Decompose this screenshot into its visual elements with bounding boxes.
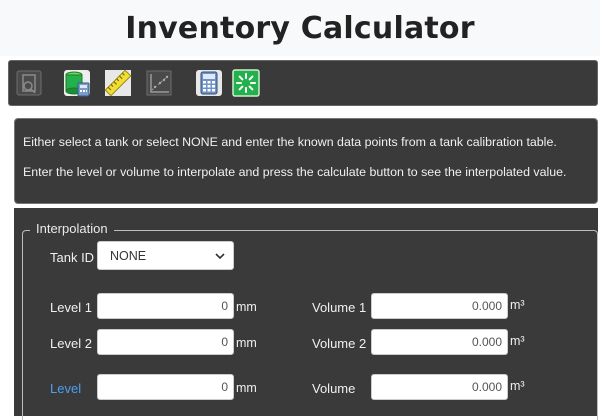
tank-calculator-icon[interactable] [63,69,91,97]
instructions-line-2: Enter the level or volume to interpolate… [23,165,567,179]
volume-input[interactable]: 0.000 [371,374,508,400]
page-title: Inventory Calculator [125,10,475,46]
toolbar [8,60,598,106]
interpolation-panel: Interpolation Tank ID NONE Level 1 0 mm … [14,208,598,420]
tank-id-label: Tank ID [50,250,95,265]
level-2-label: Level 2 [50,336,92,351]
level-1-unit: mm [236,300,257,314]
volume-label: Volume [312,381,356,396]
level-input[interactable]: 0 [97,374,234,400]
level-1-label: Level 1 [50,300,92,315]
chevron-down-icon [215,253,225,260]
loading-icon[interactable] [232,69,260,97]
volume-1-unit: m³ [510,298,525,312]
title-bar: Inventory Calculator [0,0,600,56]
volume-2-input[interactable]: 0.000 [371,329,508,355]
level-unit: mm [236,381,257,395]
calculator-icon[interactable] [195,69,223,97]
volume-1-input[interactable]: 0.000 [371,293,508,319]
scatter-chart-icon[interactable] [145,69,173,97]
interpolation-legend: Interpolation [30,221,114,236]
volume-2-label: Volume 2 [312,336,367,351]
instructions-line-1: Either select a tank or select NONE and … [23,135,557,149]
volume-unit: m³ [510,379,525,393]
volume-1-label: Volume 1 [312,300,367,315]
level-link[interactable]: Level [50,381,81,396]
report-icon[interactable] [15,69,43,97]
level-2-unit: mm [236,336,257,350]
level-1-input[interactable]: 0 [97,293,234,319]
tank-id-selected-value: NONE [110,249,147,263]
volume-2-unit: m³ [510,334,525,348]
instructions-panel: Either select a tank or select NONE and … [14,118,598,204]
tank-id-select[interactable]: NONE [97,241,234,270]
ruler-icon[interactable] [104,69,132,97]
level-2-input[interactable]: 0 [97,329,234,355]
